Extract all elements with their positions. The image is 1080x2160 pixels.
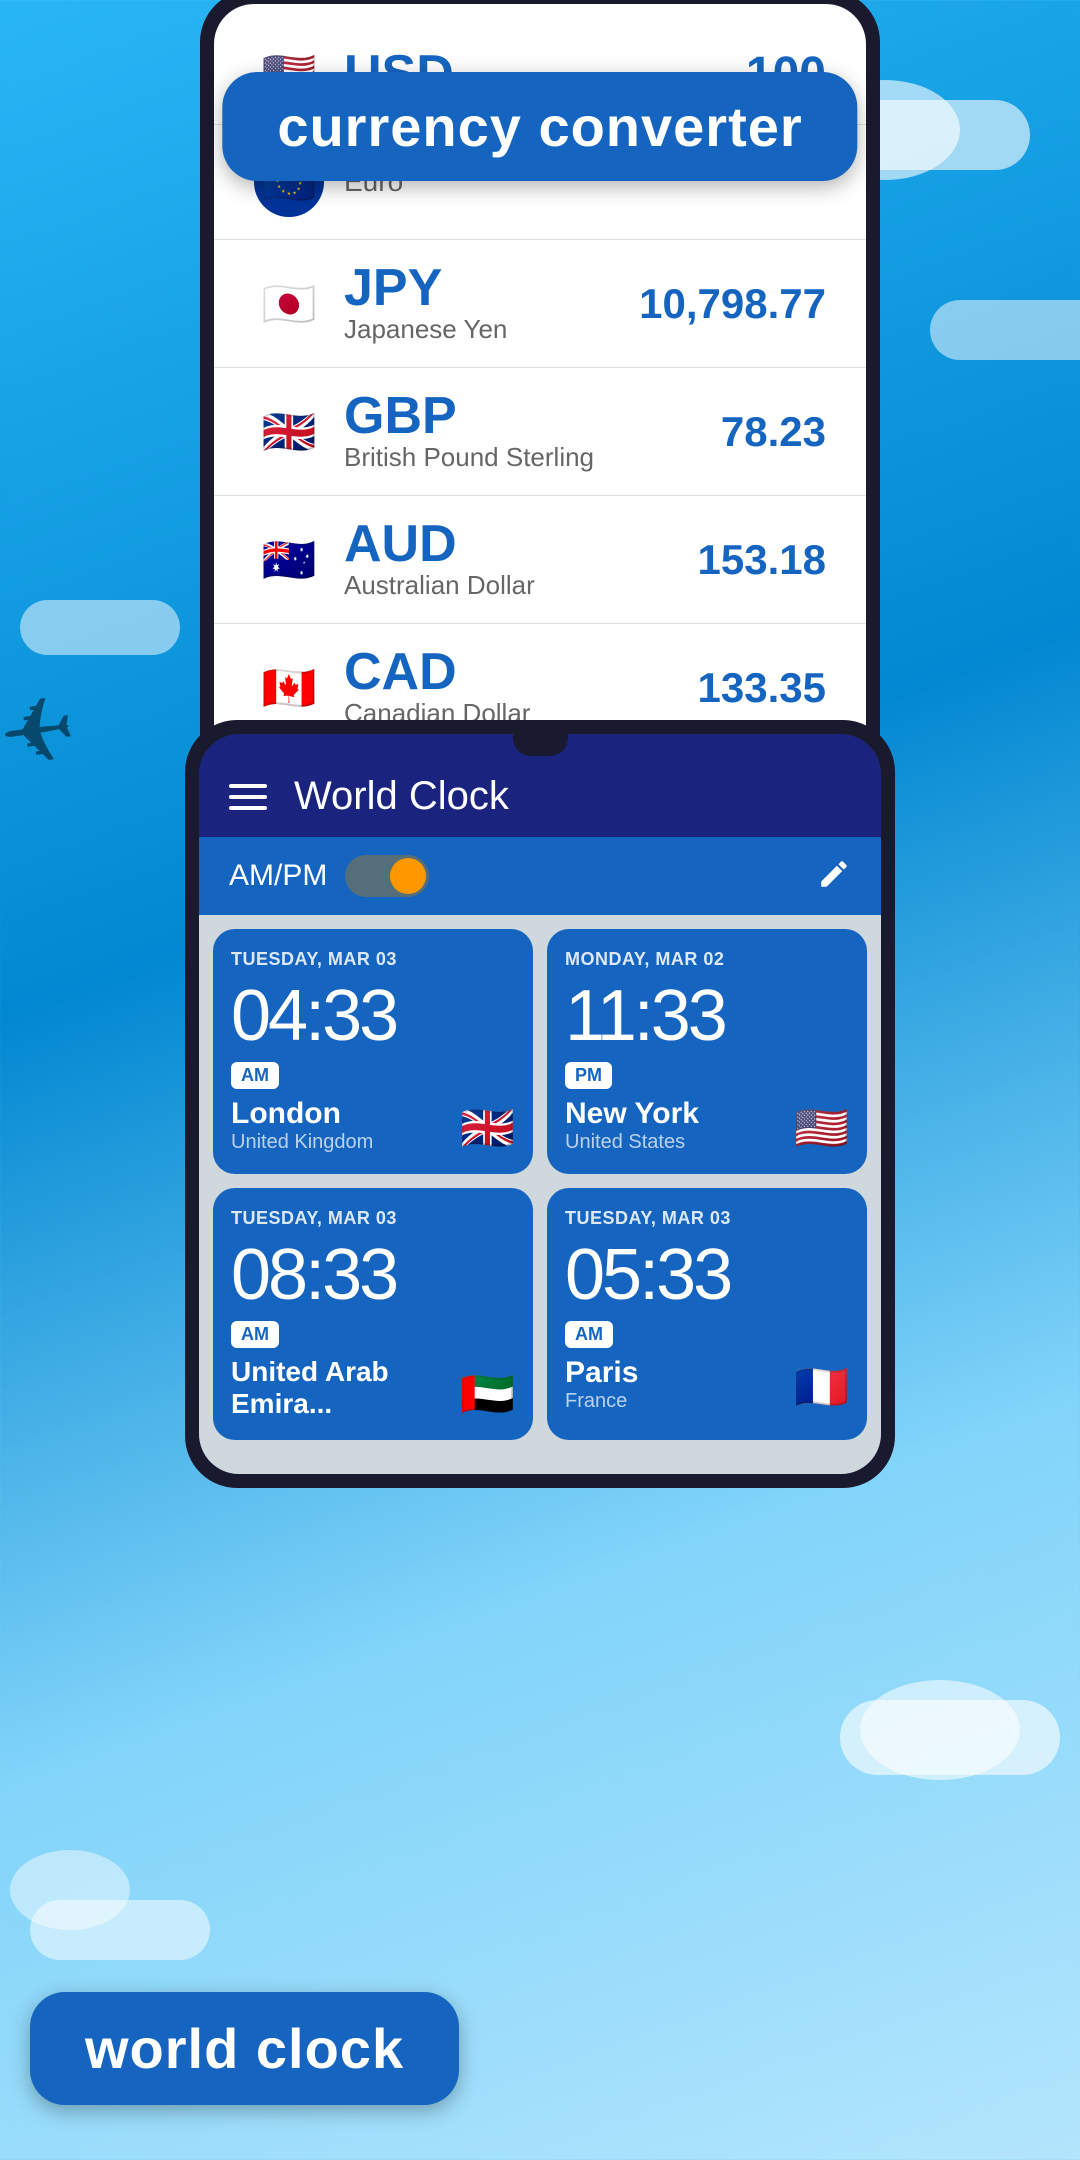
gbp-row: 🇬🇧 GBP British Pound Sterling 78.23 [214, 368, 866, 496]
airplane-decoration: ✈ [0, 675, 82, 789]
aud-name: Australian Dollar [344, 570, 698, 601]
gbp-code: GBP [344, 390, 721, 442]
aud-flag: 🇦🇺 [254, 525, 324, 595]
uae-ampm-badge: AM [231, 1321, 279, 1348]
newyork-city: New York [565, 1097, 699, 1131]
paris-country: France [565, 1390, 638, 1413]
paris-clock-card[interactable]: TUESDAY, MAR 03 05:33 AM Paris France 🇫🇷 [547, 1188, 867, 1440]
paris-flag: 🇫🇷 [794, 1361, 849, 1413]
gbp-name: British Pound Sterling [344, 442, 721, 473]
pencil-icon [817, 857, 851, 891]
world-clock-app-header: World Clock [199, 756, 881, 837]
newyork-clock-card[interactable]: MONDAY, MAR 02 11:33 PM New York United … [547, 929, 867, 1174]
london-country: United Kingdom [231, 1131, 373, 1154]
newyork-time: 11:33 [565, 980, 849, 1052]
world-clock-title: World Clock [294, 774, 509, 819]
toggle-thumb [390, 858, 426, 894]
uae-date: TUESDAY, MAR 03 [231, 1208, 515, 1229]
currency-converter-label-text: currency converter [277, 95, 802, 158]
world-clock-phone: World Clock AM/PM TUESDAY, MAR 03 04:33 [185, 720, 895, 1488]
cad-flag: 🇨🇦 [254, 653, 324, 723]
hamburger-line-1 [229, 784, 267, 788]
hamburger-line-2 [229, 795, 267, 799]
hamburger-menu-button[interactable] [224, 779, 272, 815]
london-clock-card[interactable]: TUESDAY, MAR 03 04:33 AM London United K… [213, 929, 533, 1174]
jpy-row: 🇯🇵 JPY Japanese Yen 10,798.77 [214, 240, 866, 368]
hamburger-line-3 [229, 806, 267, 810]
uae-clock-card[interactable]: TUESDAY, MAR 03 08:33 AM United Arab Emi… [213, 1188, 533, 1440]
jpy-value: 10,798.77 [639, 280, 826, 328]
newyork-date: MONDAY, MAR 02 [565, 949, 849, 970]
newyork-country: United States [565, 1131, 699, 1154]
clock-grid: TUESDAY, MAR 03 04:33 AM London United K… [199, 915, 881, 1454]
paris-ampm-badge: AM [565, 1321, 613, 1348]
edit-button[interactable] [817, 857, 851, 896]
gbp-value: 78.23 [721, 408, 826, 456]
ampm-label: AM/PM [229, 859, 327, 893]
newyork-ampm-badge: PM [565, 1062, 612, 1089]
london-date: TUESDAY, MAR 03 [231, 949, 515, 970]
aud-row: 🇦🇺 AUD Australian Dollar 153.18 [214, 496, 866, 624]
phone-notch [513, 734, 568, 756]
uae-time: 08:33 [231, 1239, 515, 1311]
world-clock-label-text: world clock [85, 2017, 404, 2080]
ampm-toggle-row: AM/PM [229, 855, 429, 897]
clock-toolbar: AM/PM [199, 837, 881, 915]
cad-code: CAD [344, 646, 698, 698]
london-flag: 🇬🇧 [460, 1102, 515, 1154]
currency-phone: currency converter 🇺🇸 USD 100 🇪🇺 Euro 🇯🇵… [200, 0, 880, 796]
aud-code: AUD [344, 518, 698, 570]
ampm-toggle-switch[interactable] [345, 855, 429, 897]
aud-value: 153.18 [698, 536, 826, 584]
gbp-flag: 🇬🇧 [254, 397, 324, 467]
jpy-name: Japanese Yen [344, 314, 639, 345]
jpy-flag: 🇯🇵 [254, 269, 324, 339]
paris-date: TUESDAY, MAR 03 [565, 1208, 849, 1229]
london-ampm-badge: AM [231, 1062, 279, 1089]
london-time: 04:33 [231, 980, 515, 1052]
newyork-flag: 🇺🇸 [794, 1102, 849, 1154]
world-clock-bottom-label: world clock [30, 1992, 459, 2105]
jpy-code: JPY [344, 262, 639, 314]
currency-converter-label: currency converter [222, 72, 857, 181]
uae-flag: 🇦🇪 [460, 1368, 515, 1420]
cad-value: 133.35 [698, 664, 826, 712]
uae-city: United Arab Emira... [231, 1356, 460, 1420]
paris-time: 05:33 [565, 1239, 849, 1311]
paris-city: Paris [565, 1356, 638, 1390]
london-city: London [231, 1097, 373, 1131]
